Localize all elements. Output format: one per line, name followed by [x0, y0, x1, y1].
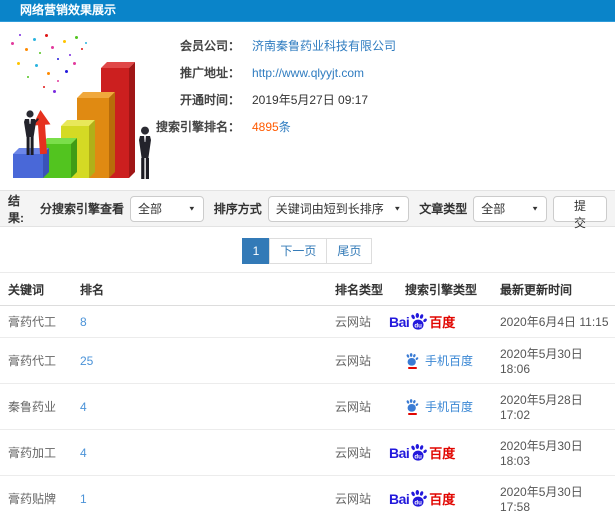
baidu-mobile-logo: 手机百度 — [405, 398, 473, 415]
chevron-down-icon: ▼ — [393, 204, 402, 213]
baidu-paw-icon: du — [411, 490, 428, 507]
promo-url-label: 推广地址： — [179, 66, 240, 80]
col-header-keyword: 关键词 — [0, 272, 80, 306]
col-header-updated: 最新更新时间 — [500, 272, 615, 306]
baidu-wordmark: Bai — [389, 491, 410, 507]
chevron-down-icon: ▼ — [531, 204, 540, 213]
table-row: 膏药代工 8 云网站 Bai du 百度 2020年6月4日 11:15 — [0, 305, 615, 338]
table-row: 秦鲁药业 4 云网站 Bai du 百度 — [0, 383, 615, 430]
submit-button[interactable]: 提交 — [553, 195, 607, 230]
result-label: 结果: — [8, 193, 24, 225]
member-company-label: 会员公司： — [179, 39, 240, 53]
chevron-down-icon: ▼ — [187, 204, 196, 213]
businessman-left — [24, 110, 39, 155]
member-company-row: 会员公司： 济南秦鲁药业科技有限公司 — [130, 32, 396, 59]
baidu-wordmark: Bai — [389, 314, 410, 330]
sort-select[interactable]: 关键词由短到长排序 ▼ — [267, 195, 410, 222]
baidu-paw-icon: du — [411, 444, 428, 461]
baidu-mobile-logo: 手机百度 — [405, 352, 473, 369]
open-time-row: 开通时间： 2019年5月27日 09:17 — [130, 86, 396, 113]
baidu-pc-logo: Bai du 百度 — [389, 313, 456, 330]
updated-cell: 2020年6月4日 11:15 — [500, 305, 615, 338]
engine-select-value: 全部 — [137, 202, 162, 216]
baidu-mobile-paw-icon — [405, 352, 419, 369]
updated-cell: 2020年5月28日 17:02 — [500, 383, 615, 430]
table-row: 膏药加工 4 云网站 Bai du 百度 2020年5月30日 18:03 — [0, 429, 615, 476]
rank-link[interactable]: 25 — [80, 354, 93, 368]
baidu-cn-wordmark: 百度 — [429, 446, 456, 461]
article-type-select-value: 全部 — [481, 202, 506, 216]
article-type-select[interactable]: 全部 ▼ — [473, 195, 548, 222]
keyword-cell: 膏药代工 — [0, 305, 80, 338]
svg-text:du: du — [415, 322, 423, 329]
updated-cell: 2020年5月30日 18:03 — [500, 429, 615, 476]
next-page-button[interactable]: 下一页 — [269, 238, 328, 264]
table-header-row: 关键词 排名 排名类型 搜索引擎类型 最新更新时间 — [0, 272, 615, 306]
businessman-right — [139, 126, 151, 179]
page-title: 网络营销效果展示 — [20, 3, 117, 17]
blue-bar — [13, 148, 49, 178]
sort-select-value: 关键词由短到长排序 — [275, 202, 384, 216]
svg-text:du: du — [415, 499, 423, 506]
table-row: 膏药贴牌 1 云网站 Bai du 百度 2020年5月30日 17:58 — [0, 475, 615, 520]
open-time-value: 2019年5月27日 09:17 — [252, 93, 369, 107]
open-time-label: 开通时间： — [179, 93, 240, 107]
mobile-baidu-label: 手机百度 — [425, 400, 474, 414]
keyword-cell: 秦鲁药业 — [0, 383, 80, 430]
baidu-pc-logo: Bai du 百度 — [389, 444, 456, 461]
baidu-mobile-paw-icon — [405, 398, 419, 415]
rank-type-cell: 云网站 — [335, 337, 405, 384]
engine-cell: Bai du 百度 — [405, 337, 500, 384]
engine-cell: Bai du 百度 — [389, 305, 500, 338]
rank-link[interactable]: 4 — [80, 400, 87, 414]
engine-filter-label: 分搜索引擎查看 — [39, 202, 124, 216]
engine-rank-value: 4895条 — [252, 118, 291, 135]
svg-text:du: du — [415, 453, 423, 460]
baidu-pc-logo: Bai du 百度 — [389, 490, 456, 507]
col-header-engine-type: 搜索引擎类型 — [405, 272, 500, 306]
rank-type-cell: 云网站 — [335, 383, 405, 430]
rank-link[interactable]: 8 — [80, 315, 87, 329]
engine-cell: Bai du 百度 — [389, 475, 500, 520]
page-1-button[interactable]: 1 — [241, 238, 271, 264]
sort-filter-label: 排序方式 — [213, 202, 262, 216]
article-type-label: 文章类型 — [419, 202, 468, 216]
col-header-rank: 排名 — [80, 272, 335, 306]
rank-link[interactable]: 1 — [80, 492, 87, 506]
baidu-cn-wordmark: 百度 — [429, 492, 456, 507]
rank-link[interactable]: 4 — [80, 446, 87, 460]
pagination: 1 下一页 尾页 — [0, 227, 615, 270]
baidu-cn-wordmark: 百度 — [429, 315, 456, 330]
promo-url-row: 推广地址： http://www.qlyyjt.com — [130, 59, 396, 86]
rank-count-suffix: 条 — [278, 120, 291, 134]
member-company-link[interactable]: 济南秦鲁药业科技有限公司 — [252, 37, 396, 54]
updated-cell: 2020年5月30日 17:58 — [500, 475, 615, 520]
keyword-cell: 膏药代工 — [0, 337, 80, 384]
table-body: 膏药代工 8 云网站 Bai du 百度 2020年6月4日 11:15 膏药代… — [0, 305, 615, 520]
rank-count: 4895 — [252, 120, 279, 134]
table-row: 膏药代工 25 云网站 Bai du 百度 — [0, 337, 615, 384]
summary-section: 会员公司： 济南秦鲁药业科技有限公司 推广地址： http://www.qlyy… — [0, 22, 615, 190]
keyword-cell: 膏药贴牌 — [0, 475, 80, 520]
page: 网络营销效果展示 会员公司： 济南秦鲁药业科技有限公司 推广地址： http:/… — [0, 0, 615, 520]
engine-select[interactable]: 全部 ▼ — [129, 195, 204, 222]
filter-controls: 分搜索引擎查看 全部 ▼ 排序方式 关键词由短到长排序 ▼ 文章类型 全部 ▼ … — [36, 195, 607, 230]
company-info: 会员公司： 济南秦鲁药业科技有限公司 推广地址： http://www.qlyy… — [130, 32, 396, 140]
keyword-cell: 膏药加工 — [0, 429, 80, 476]
engine-cell: Bai du 百度 — [405, 383, 500, 430]
mobile-baidu-label: 手机百度 — [425, 354, 474, 368]
last-page-button[interactable]: 尾页 — [326, 238, 373, 264]
col-header-rank-type: 排名类型 — [335, 272, 405, 306]
page-header: 网络营销效果展示 — [0, 0, 615, 22]
engine-rank-row: 搜索引擎排名： 4895条 — [130, 113, 396, 140]
promo-url-link[interactable]: http://www.qlyyjt.com — [252, 66, 364, 80]
baidu-wordmark: Bai — [389, 445, 410, 461]
baidu-paw-icon: du — [411, 313, 428, 330]
results-table: 关键词 排名 排名类型 搜索引擎类型 最新更新时间 膏药代工 8 云网站 Bai… — [0, 272, 615, 520]
engine-cell: Bai du 百度 — [389, 429, 500, 476]
filter-bar: 结果: 分搜索引擎查看 全部 ▼ 排序方式 关键词由短到长排序 ▼ 文章类型 全… — [0, 190, 615, 230]
updated-cell: 2020年5月30日 18:06 — [500, 337, 615, 384]
